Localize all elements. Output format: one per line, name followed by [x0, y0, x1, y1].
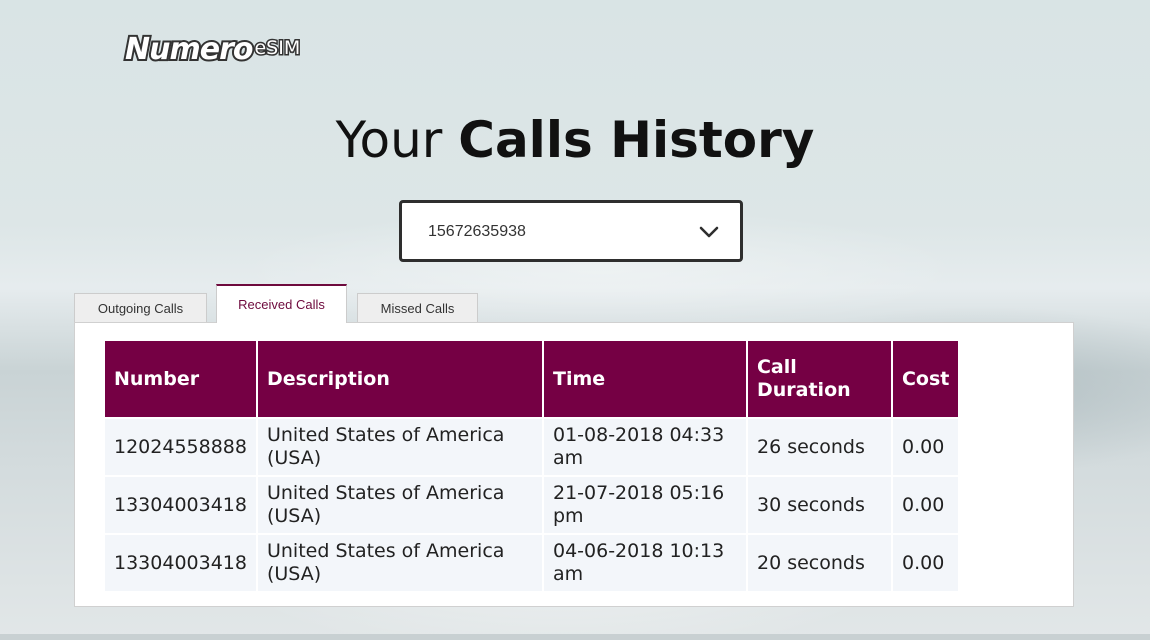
bottom-band — [0, 634, 1150, 640]
cell-duration: 26 seconds — [747, 419, 891, 475]
header-description: Description — [257, 341, 542, 417]
calls-panel: Number Description Time Call Duration Co… — [74, 322, 1074, 607]
header-cost: Cost — [892, 341, 959, 417]
cell-time: 04-06-2018 10:13 am — [543, 535, 746, 591]
table-row: 12024558888 United States of America (US… — [105, 419, 959, 475]
page-title-bold: Calls History — [458, 111, 815, 169]
cell-number: 13304003418 — [105, 535, 256, 591]
cell-duration: 20 seconds — [747, 535, 891, 591]
table-row: 13304003418 United States of America (US… — [105, 535, 959, 591]
cell-description: United States of America (USA) — [257, 477, 542, 533]
cell-time: 01-08-2018 04:33 am — [543, 419, 746, 475]
cell-number: 12024558888 — [105, 419, 256, 475]
header-call-duration: Call Duration — [747, 341, 891, 417]
cell-duration: 30 seconds — [747, 477, 891, 533]
cell-description: United States of America (USA) — [257, 535, 542, 591]
tab-missed-calls[interactable]: Missed Calls — [357, 293, 478, 323]
logo[interactable]: Numero eSIM — [123, 28, 302, 69]
page-title-light: Your — [335, 111, 459, 169]
cell-description: United States of America (USA) — [257, 419, 542, 475]
chevron-down-icon — [699, 226, 719, 238]
tab-outgoing-calls[interactable]: Outgoing Calls — [74, 293, 207, 323]
number-select[interactable]: 15672635938 — [399, 200, 743, 262]
table-row: 13304003418 United States of America (US… — [105, 477, 959, 533]
cell-number: 13304003418 — [105, 477, 256, 533]
calls-table: Number Description Time Call Duration Co… — [103, 339, 960, 593]
table-header-row: Number Description Time Call Duration Co… — [105, 341, 959, 417]
cell-time: 21-07-2018 05:16 pm — [543, 477, 746, 533]
tab-received-calls[interactable]: Received Calls — [216, 284, 347, 323]
cell-cost: 0.00 — [892, 419, 959, 475]
number-select-value: 15672635938 — [428, 223, 526, 240]
header-time: Time — [543, 341, 746, 417]
cell-cost: 0.00 — [892, 477, 959, 533]
logo-esim: eSIM — [253, 36, 302, 61]
page-title: Your Calls History — [0, 108, 1150, 172]
header-number: Number — [105, 341, 256, 417]
logo-word: Numero — [123, 30, 256, 69]
cell-cost: 0.00 — [892, 535, 959, 591]
